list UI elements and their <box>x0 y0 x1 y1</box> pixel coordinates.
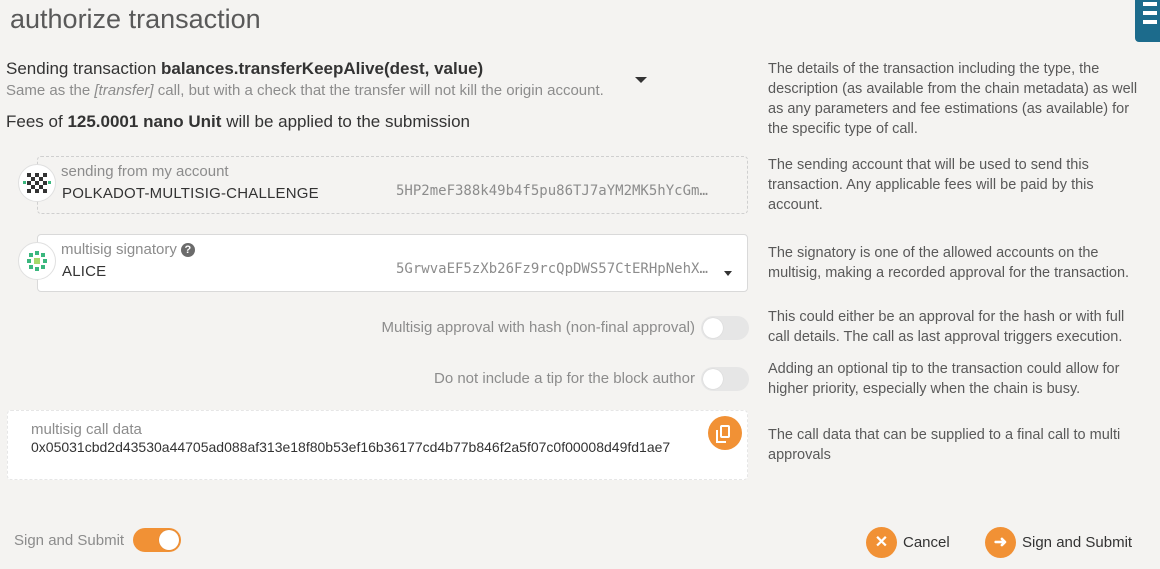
approval-hash-toggle[interactable] <box>701 316 749 340</box>
sender-label: sending from my account <box>61 163 229 180</box>
transaction-help: The details of the transaction including… <box>768 61 1138 137</box>
tip-toggle[interactable] <box>701 367 749 391</box>
sign-in-icon: ➜ <box>985 526 1016 558</box>
sender-address: 5HP2meF388k49b4f5pu86TJ7aYM2MK5hYcGm7X <box>396 183 716 199</box>
sign-and-submit-button[interactable]: ➜ Sign and Submit <box>985 525 1132 559</box>
call-data-help: The call data that can be supplied to a … <box>768 427 1121 463</box>
sign-submit-toggle-label: Sign and Submit <box>14 532 125 549</box>
sender-help: The sending account that will be used to… <box>768 157 1094 213</box>
call-data-field: multisig call data 0x05031cbd2d43530a447… <box>7 410 748 480</box>
copy-icon[interactable] <box>708 416 742 450</box>
sender-account-field: sending from my account POLKADOT-MULTISI… <box>37 156 748 214</box>
expand-details-chevron-icon[interactable] <box>635 77 647 83</box>
sign-submit-toggle[interactable] <box>133 528 181 552</box>
call-data-value[interactable]: 0x05031cbd2d43530a44705ad088af313e18f80b… <box>31 440 727 455</box>
call-data-label: multisig call data <box>31 421 142 438</box>
signatory-avatar-icon <box>18 242 56 280</box>
signatory-name: ALICE <box>62 263 107 280</box>
transaction-description: Same as the [transfer] call, but with a … <box>6 82 604 99</box>
signatory-label: multisig signatory? <box>61 241 195 258</box>
page-title: authorize transaction <box>10 4 261 34</box>
approval-hash-label: Multisig approval with hash (non-final a… <box>381 319 696 336</box>
sender-name: POLKADOT-MULTISIG-CHALLENGE <box>62 185 319 202</box>
approval-help: This could either be an approval for the… <box>768 309 1125 345</box>
tip-label: Do not include a tip for the block autho… <box>434 370 695 387</box>
fees-line: Fees of 125.0001 nano Unit will be appli… <box>6 112 470 131</box>
fees-value: 125.0001 nano Unit <box>67 112 222 131</box>
sender-avatar-icon <box>18 164 56 202</box>
signatory-help: The signatory is one of the allowed acco… <box>768 245 1130 281</box>
signatory-select[interactable]: multisig signatory? ALICE 5GrwvaEF5zXb26… <box>37 234 748 292</box>
question-icon[interactable]: ? <box>180 243 195 257</box>
menu-tab-icon[interactable] <box>1135 0 1160 42</box>
transaction-call: balances.transferKeepAlive(dest, value) <box>161 59 484 78</box>
cancel-button[interactable]: ✕ Cancel <box>866 525 950 559</box>
transaction-heading: Sending transaction balances.transferKee… <box>6 59 484 78</box>
signatory-address: 5GrwvaEF5zXb26Fz9rcQpDWS57CtERHpNehXCP <box>396 261 716 277</box>
chevron-down-icon[interactable] <box>724 271 732 276</box>
close-icon: ✕ <box>866 526 897 558</box>
tip-help: Adding an optional tip to the transactio… <box>768 361 1120 397</box>
